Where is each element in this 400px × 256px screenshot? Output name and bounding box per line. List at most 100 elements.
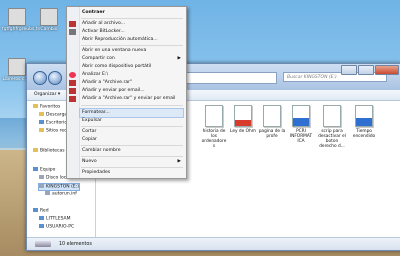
nav-label: Escritorio <box>46 120 68 126</box>
desktop-icon-file-2[interactable]: Cambio <box>34 8 64 32</box>
nav-littlesam[interactable]: LITTLESAM <box>39 216 71 222</box>
winrar-icon <box>69 21 76 27</box>
file-name: scrip para desactivar el boton derecho d… <box>318 129 346 149</box>
item-count: 10 elementos <box>59 242 92 247</box>
menu-label: Añadir a "Archive.rar" y enviar por emai… <box>82 96 176 101</box>
menu-separator <box>81 105 183 106</box>
nav-network[interactable]: Red <box>33 208 49 214</box>
menu-item-bitlocker[interactable]: Activar BitLocker... <box>69 28 184 36</box>
winrar-icon <box>69 88 76 94</box>
menu-item-open-new-window[interactable]: Abrir en una ventana nueva <box>80 47 184 55</box>
nav-computer[interactable]: Equipo <box>33 167 55 173</box>
chevron-right-icon: ▶ <box>177 159 181 164</box>
library-icon <box>33 148 38 152</box>
status-bar: 10 elementos <box>27 237 400 250</box>
chevron-right-icon: ▶ <box>177 56 181 61</box>
menu-label: Abrir como dispositivo portátil <box>82 64 152 69</box>
nav-usuario-pc[interactable]: USUARIO-PC <box>39 224 74 230</box>
nav-label: Disco loc <box>46 175 67 181</box>
nav-local-disk[interactable]: Disco loc <box>39 175 66 181</box>
menu-item-copy[interactable]: Copiar <box>80 136 184 144</box>
menu-item-add-to-archive[interactable]: Añadir al archivo... <box>69 20 184 28</box>
nav-libraries[interactable]: Bibliotecas <box>33 148 65 154</box>
antivirus-icon <box>69 72 76 78</box>
menu-label: Abrir Reproducción automática... <box>82 37 158 42</box>
nav-label: Sitios rec <box>46 128 67 134</box>
nav-label: Descarga <box>46 112 68 118</box>
menu-item-collapse[interactable]: Contraer <box>80 9 184 17</box>
nav-label: LITTLESAM <box>46 216 71 222</box>
computer-icon <box>39 216 44 220</box>
menu-item-share-with[interactable]: Compartir con ▶ <box>80 55 184 63</box>
minimize-button[interactable] <box>341 65 357 75</box>
nav-label: Bibliotecas <box>40 148 65 154</box>
menu-label: Formatear... <box>82 110 110 115</box>
file-item[interactable]: Tiempo encendido <box>350 105 378 139</box>
menu-label: Nuevo <box>82 159 97 164</box>
file-item[interactable]: pagina de la profe <box>258 105 286 139</box>
document-icon <box>323 105 341 127</box>
maximize-button[interactable] <box>358 65 374 75</box>
nav-label: autorun.inf <box>52 191 77 197</box>
menu-item-cut[interactable]: Cortar <box>80 128 184 136</box>
menu-label: Cortar <box>82 129 97 134</box>
nav-kingston-drive[interactable]: KINGSTON (E:) <box>38 183 80 191</box>
file-item[interactable]: PCRI INFORMAT ICA <box>287 105 315 144</box>
menu-item-eject[interactable]: Expulsar <box>80 117 184 125</box>
nav-autorun[interactable]: autorun.inf <box>45 191 77 197</box>
menu-item-properties[interactable]: Propiedades <box>80 169 184 177</box>
menu-item-new[interactable]: Nuevo ▶ <box>80 158 184 166</box>
desktop-icon-file-1[interactable]: fgtfghfrgreubs.tn <box>2 8 40 32</box>
folder-icon <box>39 112 44 116</box>
back-button[interactable] <box>33 71 47 85</box>
document-icon <box>263 105 281 127</box>
document-icon <box>205 105 223 127</box>
file-name: pagina de la profe <box>258 129 286 139</box>
file-name: PCRI INFORMAT ICA <box>289 129 313 144</box>
menu-item-add-rar-and-email[interactable]: Añadir a "Archive.rar" y enviar por emai… <box>69 95 184 103</box>
menu-separator <box>81 156 183 157</box>
computer-icon <box>33 167 38 171</box>
menu-item-open-as-portable[interactable]: Abrir como dispositivo portátil <box>80 63 184 71</box>
nav-label: KINGSTON (E:) <box>46 184 79 190</box>
file-name: historia de los ordenadore s <box>201 129 227 149</box>
nav-label: Equipo <box>40 167 56 173</box>
close-button[interactable] <box>375 65 399 75</box>
file-item[interactable]: Ley de Ohm <box>229 105 257 134</box>
drive-icon <box>39 175 44 179</box>
menu-item-autoplay[interactable]: Abrir Reproducción automática... <box>80 36 184 44</box>
nav-recent[interactable]: Sitios rec <box>39 128 67 134</box>
organize-button[interactable]: Organizar ▾ <box>31 91 63 98</box>
nav-downloads[interactable]: Descarga <box>39 112 67 118</box>
menu-label: Propiedades <box>82 170 111 175</box>
document-icon <box>8 58 26 76</box>
file-icon <box>45 191 50 195</box>
pdf-icon <box>234 105 252 127</box>
menu-label: Contraer <box>82 10 105 15</box>
lock-icon <box>69 29 76 35</box>
menu-item-rename[interactable]: Cambiar nombre <box>80 147 184 155</box>
menu-separator <box>81 145 183 146</box>
menu-label: Abrir en una ventana nueva <box>82 48 147 53</box>
computer-icon <box>39 224 44 228</box>
menu-label: Compartir con <box>82 56 115 61</box>
menu-label: Analizar E:\ <box>82 72 108 77</box>
document-icon <box>40 8 58 26</box>
nav-desktop[interactable]: Escritorio <box>39 120 67 126</box>
menu-item-add-and-email[interactable]: Añadir y enviar por email... <box>69 87 184 95</box>
menu-label: Activar BitLocker... <box>82 29 125 34</box>
network-icon <box>33 208 38 212</box>
file-item[interactable]: historia de los ordenadore s <box>200 105 228 149</box>
menu-separator <box>81 167 183 168</box>
menu-label: Añadir a "Archive.rar" <box>82 80 133 85</box>
word-document-icon <box>355 105 373 127</box>
menu-label: Añadir y enviar por email... <box>82 88 145 93</box>
menu-item-scan[interactable]: Analizar E:\ <box>69 71 184 79</box>
window-controls <box>341 65 399 75</box>
nav-favorites[interactable]: Favoritos <box>33 104 60 110</box>
file-name: Tiempo encendido <box>352 129 376 139</box>
menu-item-add-to-rar[interactable]: Añadir a "Archive.rar" <box>69 79 184 87</box>
forward-button[interactable] <box>48 71 62 85</box>
winrar-icon <box>69 96 76 102</box>
file-item[interactable]: scrip para desactivar el boton derecho d… <box>318 105 346 149</box>
